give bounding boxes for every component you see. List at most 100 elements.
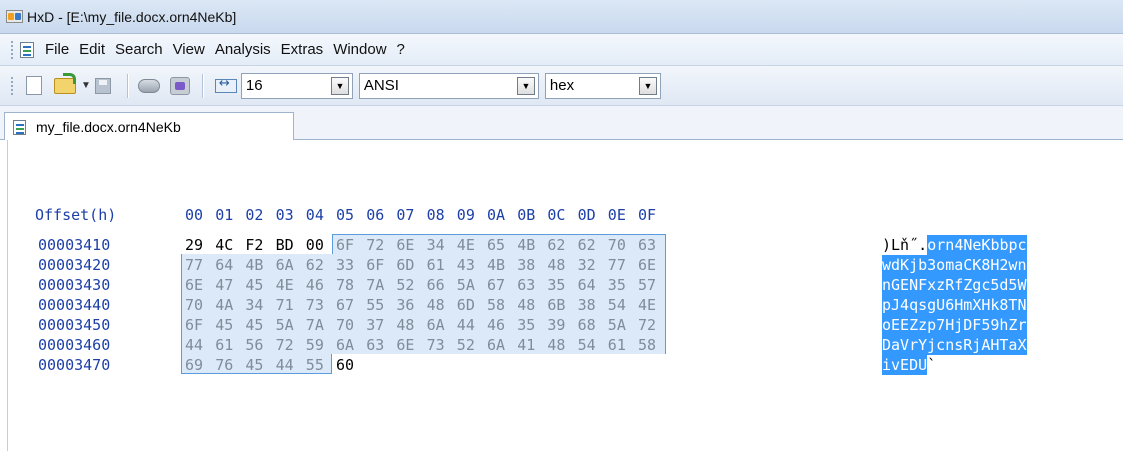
hex-byte[interactable]: 48 [547, 336, 577, 354]
hex-byte[interactable]: 48 [517, 296, 547, 314]
hex-byte[interactable]: 6D [457, 296, 487, 314]
hex-byte[interactable]: 73 [306, 296, 336, 314]
ascii-selection[interactable]: DaVrYjcnsRjAHTaX [882, 335, 1027, 355]
hex-byte[interactable]: 4B [245, 256, 275, 274]
hex-byte[interactable]: 66 [427, 276, 457, 294]
hex-byte[interactable]: 63 [638, 236, 668, 254]
hex-byte[interactable]: 7A [366, 276, 396, 294]
hex-byte[interactable]: 6E [396, 336, 426, 354]
menubar-grip-icon[interactable] [10, 39, 14, 60]
hex-byte[interactable]: 38 [578, 296, 608, 314]
hex-byte[interactable]: 48 [396, 316, 426, 334]
hex-byte[interactable]: 55 [306, 356, 336, 374]
hex-editor[interactable]: Offset(h) 00 01 02 03 04 05 06 07 08 09 0A 0B 0C 0D 0E 0… [0, 140, 1123, 451]
hex-byte[interactable]: 32 [578, 256, 608, 274]
hex-byte[interactable]: 61 [427, 256, 457, 274]
hex-byte[interactable]: 70 [185, 296, 215, 314]
hex-byte[interactable]: 45 [245, 316, 275, 334]
hex-byte[interactable]: 4A [215, 296, 245, 314]
hex-byte[interactable]: 52 [457, 336, 487, 354]
hex-byte[interactable]: 72 [276, 336, 306, 354]
hex-byte[interactable]: 67 [336, 296, 366, 314]
hex-byte[interactable]: 4E [638, 296, 668, 314]
hex-byte[interactable]: 39 [547, 316, 577, 334]
hex-byte[interactable]: 43 [457, 256, 487, 274]
chevron-down-icon[interactable]: ▼ [638, 76, 657, 95]
hex-byte[interactable]: 77 [185, 256, 215, 274]
hex-byte[interactable]: 6F [185, 316, 215, 334]
hex-byte[interactable]: 72 [638, 316, 668, 334]
hex-byte[interactable]: 44 [276, 356, 306, 374]
hex-byte[interactable]: 46 [487, 316, 517, 334]
hex-byte[interactable]: 44 [457, 316, 487, 334]
hex-byte[interactable]: 6A [427, 316, 457, 334]
hex-byte[interactable]: 38 [517, 256, 547, 274]
hex-byte[interactable]: 47 [215, 276, 245, 294]
hex-byte[interactable]: 67 [487, 276, 517, 294]
ascii-selection[interactable]: nGENFxzRfZgc5d5W [882, 275, 1027, 295]
ascii-text[interactable]: ` [927, 355, 936, 375]
hex-byte[interactable]: 48 [427, 296, 457, 314]
hex-byte[interactable]: 58 [638, 336, 668, 354]
hex-byte[interactable]: 6F [336, 236, 366, 254]
menu-help[interactable]: ? [396, 39, 406, 60]
toolbar-grip-icon[interactable] [10, 75, 14, 96]
hex-byte[interactable]: 5A [608, 316, 638, 334]
hex-byte[interactable]: 54 [608, 296, 638, 314]
hex-byte[interactable]: 34 [427, 236, 457, 254]
hex-byte[interactable]: 65 [487, 236, 517, 254]
bytes-per-row-select[interactable]: 16 ▼ [240, 72, 353, 99]
ascii-selection[interactable]: pJ4qsgU6HmXHk8TN [882, 295, 1027, 315]
hex-byte[interactable]: 55 [366, 296, 396, 314]
hex-byte[interactable]: 62 [306, 256, 336, 274]
menu-edit[interactable]: Edit [78, 39, 106, 60]
hex-byte[interactable]: 62 [547, 236, 577, 254]
hex-byte[interactable]: 56 [245, 336, 275, 354]
hex-byte[interactable]: 46 [306, 276, 336, 294]
hex-byte[interactable]: 5A [457, 276, 487, 294]
chevron-down-icon[interactable]: ▼ [516, 76, 535, 95]
hex-byte[interactable]: 63 [517, 276, 547, 294]
hex-byte[interactable]: 61 [608, 336, 638, 354]
hex-byte[interactable]: 36 [396, 296, 426, 314]
hex-byte[interactable]: 6B [547, 296, 577, 314]
hex-byte[interactable]: 41 [517, 336, 547, 354]
ascii-selection[interactable]: wdKjb3omaCK8H2wn [882, 255, 1027, 275]
hex-byte[interactable]: 71 [276, 296, 306, 314]
hex-byte[interactable]: 6A [276, 256, 306, 274]
hex-byte[interactable]: 6E [638, 256, 668, 274]
hex-byte[interactable]: 45 [245, 276, 275, 294]
document-icon[interactable] [20, 41, 34, 58]
hex-byte[interactable]: 54 [578, 336, 608, 354]
hex-byte[interactable]: 68 [578, 316, 608, 334]
offset-base-select[interactable]: hex ▼ [544, 72, 661, 99]
open-disk-button[interactable] [134, 73, 164, 99]
hex-byte[interactable]: 6A [336, 336, 366, 354]
hex-byte[interactable]: 70 [608, 236, 638, 254]
hex-byte[interactable]: 37 [366, 316, 396, 334]
hxd-app-icon[interactable] [6, 10, 23, 23]
menu-file[interactable]: File [44, 39, 70, 60]
hex-byte[interactable]: 69 [185, 356, 215, 374]
hex-byte[interactable]: 34 [245, 296, 275, 314]
hex-byte[interactable]: 72 [366, 236, 396, 254]
hex-byte[interactable]: 52 [396, 276, 426, 294]
open-ram-button[interactable] [166, 73, 194, 99]
hex-byte[interactable]: 4E [457, 236, 487, 254]
hex-byte[interactable]: 6D [396, 256, 426, 274]
hex-byte[interactable]: 35 [547, 276, 577, 294]
hex-byte[interactable]: 6E [396, 236, 426, 254]
ascii-text[interactable]: )Lň˝. [882, 235, 927, 255]
hex-byte[interactable]: 7A [306, 316, 336, 334]
hex-byte[interactable]: 73 [427, 336, 457, 354]
tab-my-file[interactable]: my_file.docx.orn4NeKb [4, 112, 294, 141]
hex-byte[interactable]: 33 [336, 256, 366, 274]
hex-byte[interactable]: 6E [185, 276, 215, 294]
hex-byte[interactable]: 60 [336, 356, 366, 374]
hex-byte[interactable]: 57 [638, 276, 668, 294]
new-file-button[interactable] [20, 73, 48, 99]
hex-byte[interactable]: 4B [487, 256, 517, 274]
hex-byte[interactable]: 29 [185, 236, 215, 254]
hex-byte[interactable]: 00 [306, 236, 336, 254]
hex-byte[interactable]: 61 [215, 336, 245, 354]
